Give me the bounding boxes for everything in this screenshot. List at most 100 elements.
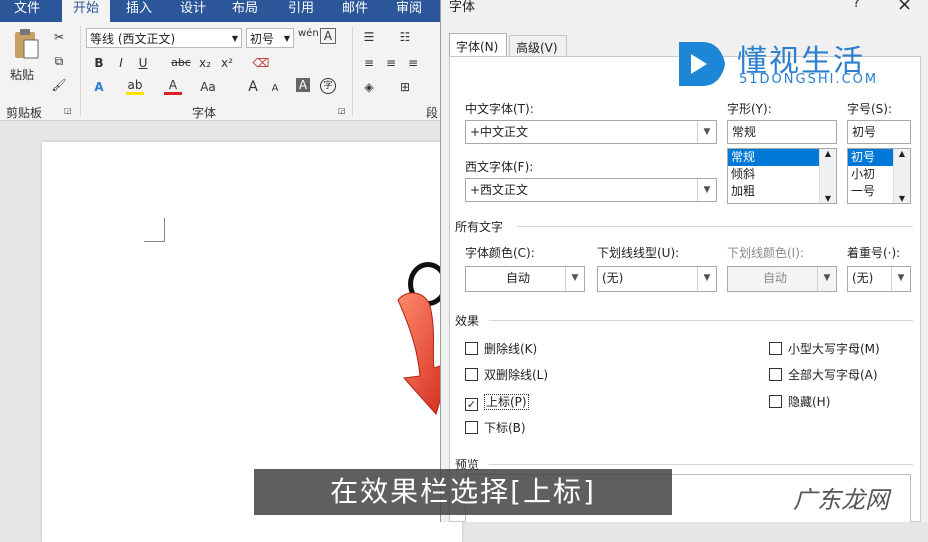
small-caps-checkbox[interactable]: 小型大写字母(M) [769, 340, 880, 358]
scrollbar[interactable]: ▲ ▼ [893, 149, 910, 203]
group-divider [80, 26, 81, 116]
chevron-down-icon[interactable]: ▼ [891, 267, 910, 291]
checkbox-box[interactable] [769, 368, 782, 381]
tab-file[interactable]: 文件 [14, 0, 40, 22]
underline-button[interactable]: U [134, 54, 152, 72]
all-caps-checkbox[interactable]: 全部大写字母(A) [769, 366, 878, 384]
chevron-up-icon[interactable]: ▲ [894, 149, 910, 158]
underline-type-value: (无) [602, 271, 624, 285]
font-color-label: 字体颜色(C): [465, 246, 535, 260]
shrink-font-button[interactable]: A [266, 80, 284, 98]
chevron-down-icon[interactable]: ▼ [697, 267, 716, 291]
hidden-checkbox[interactable]: 隐藏(H) [769, 393, 830, 411]
check-icon[interactable]: ✓ [465, 398, 478, 411]
font-size-combo[interactable]: 初号 ▼ [246, 28, 294, 48]
font-color-value: 自动 [505, 271, 530, 285]
align-center-icon[interactable]: ≡ [382, 54, 400, 72]
close-button[interactable]: × [897, 0, 912, 15]
tab-font[interactable]: 字体(N) [449, 33, 507, 57]
strikethrough-button[interactable]: abc [168, 54, 194, 72]
char-shading-button[interactable]: A [320, 28, 336, 44]
size-input[interactable]: 初号 [847, 120, 911, 144]
underline-type-combo[interactable]: (无) ▼ [597, 266, 717, 292]
margin-mark [164, 218, 165, 242]
paste-icon[interactable] [12, 28, 40, 62]
paste-label[interactable]: 粘贴 [10, 66, 34, 83]
tab-advanced[interactable]: 高级(V) [509, 35, 567, 57]
char-border-button[interactable]: A [296, 78, 310, 92]
chevron-down-icon[interactable]: ▼ [697, 121, 716, 143]
bullets-icon[interactable]: ☰ [360, 28, 378, 46]
style-value: 常规 [732, 125, 757, 139]
superscript-button[interactable]: x² [218, 54, 236, 72]
list-item[interactable]: 初号 [848, 149, 894, 166]
cut-icon[interactable]: ✂ [50, 28, 68, 46]
style-list[interactable]: 常规 倾斜 加粗 ▲ ▼ [727, 148, 837, 204]
checkbox-label: 下标(B) [484, 421, 526, 435]
strikethrough-checkbox[interactable]: 删除线(K) [465, 340, 537, 358]
tab-references[interactable]: 引用 [288, 0, 314, 22]
subscript-button[interactable]: x₂ [196, 54, 214, 72]
highlight-icon[interactable]: ab [126, 78, 144, 95]
chevron-down-icon[interactable]: ▼ [697, 179, 716, 201]
style-input[interactable]: 常规 [727, 120, 837, 144]
change-case-button[interactable]: Aa [196, 78, 220, 96]
chevron-up-icon[interactable]: ▲ [820, 149, 836, 158]
shading-icon[interactable]: ◈ [360, 78, 378, 96]
copy-icon[interactable]: ⧉ [50, 52, 68, 70]
italic-button[interactable]: I [112, 54, 130, 72]
double-strikethrough-checkbox[interactable]: 双删除线(L) [465, 366, 548, 384]
watermark-domain: 51DONGSHI.COM [739, 72, 879, 87]
text-effects-icon[interactable]: A [90, 78, 108, 96]
checkbox-box[interactable] [465, 421, 478, 434]
chevron-down-icon[interactable]: ▼ [894, 194, 910, 203]
list-item[interactable]: 常规 [728, 149, 820, 166]
tab-review[interactable]: 审阅 [396, 0, 422, 22]
chinese-font-combo[interactable]: +中文正文 ▼ [465, 120, 717, 144]
clear-format-icon[interactable]: ⌫ [252, 54, 270, 72]
font-size-value: 初号 [250, 32, 275, 46]
checkbox-label: 全部大写字母(A) [788, 368, 878, 382]
subscript-checkbox[interactable]: 下标(B) [465, 419, 526, 437]
checkbox-label: 小型大写字母(M) [788, 342, 880, 356]
checkbox-label: 上标(P) [484, 394, 529, 410]
tab-design[interactable]: 设计 [180, 0, 206, 22]
tab-layout[interactable]: 布局 [232, 0, 258, 22]
section-divider [489, 320, 913, 321]
dialog-launcher-icon[interactable]: ◲ [64, 106, 72, 115]
effects-section-label: 效果 [455, 314, 480, 328]
format-painter-icon[interactable]: 🖌 [50, 76, 68, 94]
dialog-launcher-icon[interactable]: ◲ [338, 106, 346, 115]
ribbon-home: 粘贴 ✂ ⧉ 🖌 剪贴板 ◲ 等线 (西文正文) ▼ 初号 ▼ wén A B … [0, 22, 440, 121]
scrollbar[interactable]: ▲ ▼ [819, 149, 836, 203]
checkbox-box[interactable] [769, 342, 782, 355]
western-font-combo[interactable]: +西文正文 ▼ [465, 178, 717, 202]
tab-mailings[interactable]: 邮件 [342, 0, 368, 22]
western-font-label: 西文字体(F): [465, 160, 534, 174]
checkbox-box[interactable] [465, 342, 478, 355]
chevron-down-icon[interactable]: ▼ [565, 267, 584, 291]
font-name-combo[interactable]: 等线 (西文正文) ▼ [86, 28, 242, 48]
grow-font-button[interactable]: A [244, 78, 262, 96]
align-right-icon[interactable]: ≡ [404, 54, 422, 72]
bold-button[interactable]: B [90, 54, 108, 72]
enclose-char-button[interactable]: 字 [320, 78, 336, 94]
superscript-checkbox[interactable]: ✓ 上标(P) [465, 393, 529, 411]
western-font-value: +西文正文 [470, 183, 529, 197]
chevron-down-icon[interactable]: ▼ [820, 194, 836, 203]
emphasis-combo[interactable]: (无) ▼ [847, 266, 911, 292]
phonetic-guide-button[interactable]: wén [298, 28, 319, 39]
checkbox-box[interactable] [465, 368, 478, 381]
font-color-combo[interactable]: 自动 ▼ [465, 266, 585, 292]
borders-icon[interactable]: ⊞ [396, 78, 414, 96]
numbering-icon[interactable]: ☷ [396, 28, 414, 46]
checkbox-box[interactable] [769, 395, 782, 408]
underline-color-label: 下划线颜色(I): [727, 246, 804, 260]
font-color-icon[interactable]: A [164, 78, 182, 95]
size-list[interactable]: 初号 小初 一号 ▲ ▼ [847, 148, 911, 204]
chevron-down-icon: ▼ [817, 267, 836, 291]
align-left-icon[interactable]: ≡ [360, 54, 378, 72]
help-button[interactable]: ? [853, 0, 860, 11]
tab-insert[interactable]: 插入 [126, 0, 152, 22]
tab-home[interactable]: 开始 [62, 0, 110, 22]
